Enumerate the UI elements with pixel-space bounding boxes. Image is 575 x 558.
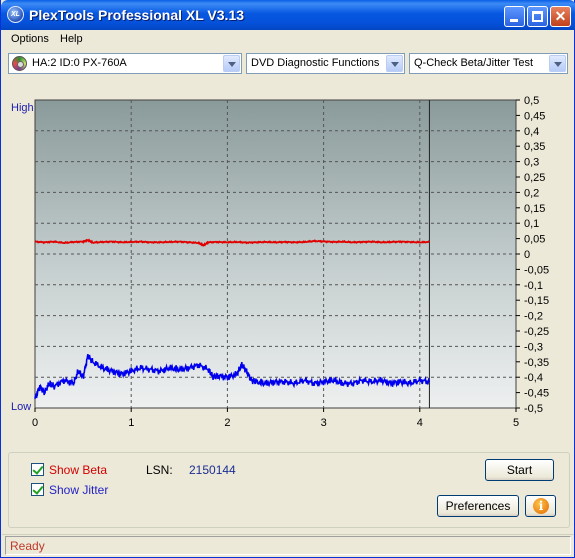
maximize-button[interactable] bbox=[527, 6, 548, 27]
function-select[interactable]: DVD Diagnostic Functions bbox=[246, 53, 405, 74]
minimize-icon bbox=[510, 19, 518, 22]
start-button[interactable]: Start bbox=[485, 459, 554, 481]
x-tick-label: 1 bbox=[128, 417, 134, 429]
lsn-label: LSN: bbox=[146, 463, 173, 477]
app-window: XL PlexTools Professional XL V3.13 ✕ Opt… bbox=[0, 0, 575, 558]
y-tick-label: 0,2 bbox=[524, 187, 539, 199]
close-button[interactable]: ✕ bbox=[550, 6, 571, 27]
maximize-icon bbox=[532, 11, 543, 22]
y-tick-label: 0,3 bbox=[524, 157, 539, 169]
chart-svg: 0,5 0,45 0,4 0,35 0,3 0,25 0,2 0,15 0,1 0,05 0 -0,0… bbox=[11, 95, 549, 429]
x-tick-label: 3 bbox=[321, 417, 327, 429]
x-tick-label: 4 bbox=[417, 417, 423, 429]
y-tick-label: 0,5 bbox=[524, 95, 539, 107]
show-jitter-label[interactable]: Show Jitter bbox=[49, 483, 108, 497]
axis-label-high: High bbox=[11, 102, 34, 114]
status-text: Ready bbox=[5, 536, 571, 555]
y-tick-label: 0 bbox=[524, 249, 530, 261]
disc-icon bbox=[12, 56, 27, 71]
info-icon: i bbox=[533, 498, 549, 514]
menu-help[interactable]: Help bbox=[60, 33, 83, 45]
drive-select-value: HA:2 ID:0 PX-760A bbox=[32, 57, 127, 69]
app-logo-icon: XL bbox=[7, 6, 24, 23]
y-tick-label: -0,25 bbox=[524, 326, 549, 338]
y-tick-label: 0,45 bbox=[524, 110, 545, 122]
y-tick-label: -0,35 bbox=[524, 357, 549, 369]
show-jitter-checkbox[interactable] bbox=[31, 483, 44, 496]
chevron-down-icon[interactable] bbox=[549, 55, 566, 72]
y-tick-label: 0,4 bbox=[524, 126, 539, 138]
y-tick-label: 0,05 bbox=[524, 234, 545, 246]
beta-jitter-chart: 0,5 0,45 0,4 0,35 0,3 0,25 0,2 0,15 0,1 0,05 0 -0,0… bbox=[1, 90, 575, 430]
axis-label-low: Low bbox=[11, 401, 31, 413]
y-tick-label: -0,4 bbox=[524, 372, 543, 384]
controls-panel: Show Beta Show Jitter LSN: 2150144 Start… bbox=[8, 452, 570, 528]
test-select-value: Q-Check Beta/Jitter Test bbox=[414, 57, 534, 69]
lsn-value: 2150144 bbox=[189, 463, 236, 477]
show-beta-label[interactable]: Show Beta bbox=[49, 463, 107, 477]
y-tick-label: -0,2 bbox=[524, 311, 543, 323]
chevron-down-icon[interactable] bbox=[223, 55, 240, 72]
window-title: PlexTools Professional XL V3.13 bbox=[29, 7, 245, 23]
info-button[interactable]: i bbox=[525, 495, 556, 517]
close-icon: ✕ bbox=[554, 8, 567, 24]
y-tick-label: -0,05 bbox=[524, 264, 549, 276]
status-bar: Ready bbox=[2, 534, 574, 556]
menu-bar: Options Help bbox=[2, 30, 574, 49]
y-tick-label: -0,45 bbox=[524, 388, 549, 400]
show-beta-checkbox[interactable] bbox=[31, 463, 44, 476]
y-tick-label: 0,15 bbox=[524, 203, 545, 215]
menu-options[interactable]: Options bbox=[11, 33, 49, 45]
y-tick-label: -0,15 bbox=[524, 295, 549, 307]
x-tick-label: 5 bbox=[513, 417, 519, 429]
x-tick-label: 2 bbox=[224, 417, 230, 429]
y-tick-label: -0,3 bbox=[524, 341, 543, 353]
y-tick-label: 0,25 bbox=[524, 172, 545, 184]
title-bar: XL PlexTools Professional XL V3.13 ✕ bbox=[1, 0, 575, 30]
chevron-down-icon[interactable] bbox=[386, 55, 403, 72]
test-select[interactable]: Q-Check Beta/Jitter Test bbox=[409, 53, 568, 74]
y-tick-label: -0,5 bbox=[524, 403, 543, 415]
x-tick-label: 0 bbox=[32, 417, 38, 429]
function-select-value: DVD Diagnostic Functions bbox=[251, 57, 380, 69]
y-tick-label: -0,1 bbox=[524, 280, 543, 292]
preferences-button[interactable]: Preferences bbox=[437, 495, 519, 517]
drive-select[interactable]: HA:2 ID:0 PX-760A bbox=[8, 53, 242, 74]
y-tick-label: 0,35 bbox=[524, 141, 545, 153]
minimize-button[interactable] bbox=[504, 6, 525, 27]
y-tick-label: 0,1 bbox=[524, 218, 539, 230]
